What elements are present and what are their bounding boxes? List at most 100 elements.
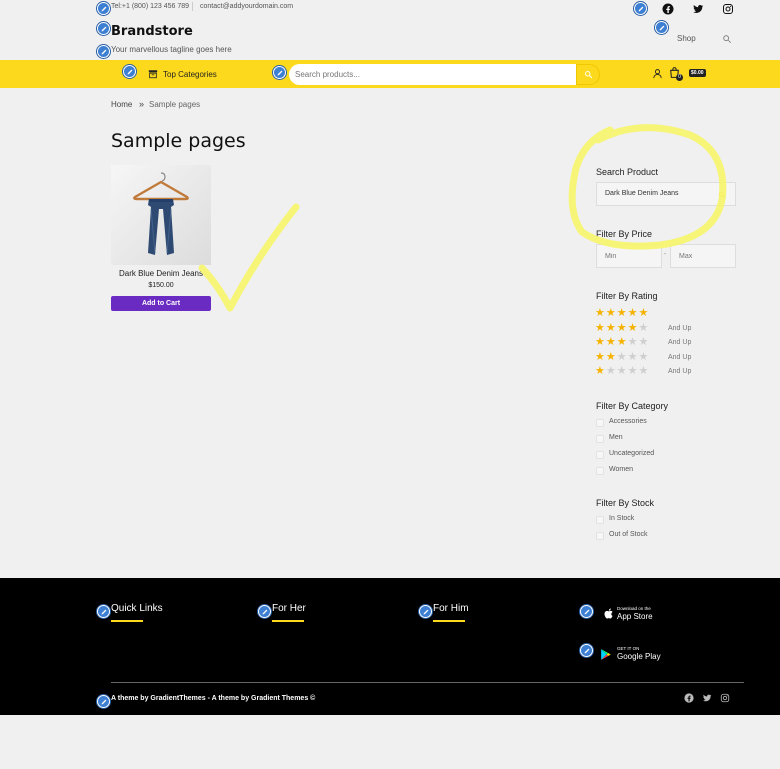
filter-price-heading: Filter By Price <box>596 229 653 239</box>
product-search-button[interactable] <box>576 64 600 85</box>
footer-for-him-heading: For Him <box>433 603 469 614</box>
stock-filter-label[interactable]: Out of Stock <box>609 531 648 538</box>
edit-pencil-icon[interactable] <box>273 66 286 79</box>
category-filter-label[interactable]: Women <box>609 466 633 473</box>
edit-pencil-icon[interactable] <box>580 644 593 657</box>
star-icon: ★ <box>638 336 650 349</box>
product-name[interactable]: Dark Blue Denim Jeans <box>111 269 211 278</box>
sidebar-search-value[interactable]: Dark Blue Denim Jeans <box>605 190 679 197</box>
edit-pencil-icon[interactable] <box>419 605 432 618</box>
star-icon: ★ <box>595 350 606 363</box>
add-to-cart-button[interactable]: Add to Cart <box>111 296 211 311</box>
star-icon: ★ <box>627 307 639 319</box>
edit-pencil-icon[interactable] <box>97 22 110 35</box>
rating-and-up-label: And Up <box>668 324 692 332</box>
star-icon: ★ <box>605 321 617 334</box>
category-filter-checkbox[interactable] <box>596 451 604 459</box>
footer-for-her-heading: For Her <box>272 603 306 614</box>
star-icon: ★ <box>605 307 617 319</box>
filter-stock-heading: Filter By Stock <box>596 498 655 508</box>
checkmark-annotation <box>198 203 300 312</box>
edit-pencil-icon[interactable] <box>97 605 110 618</box>
phone-text: Tel:+1 (800) 123 456 789 <box>111 3 190 10</box>
cart-total-badge[interactable]: $0.00 <box>689 69 706 77</box>
category-filter-label[interactable]: Uncategorized <box>609 450 654 457</box>
edit-pencil-icon[interactable] <box>97 2 110 15</box>
app-store-small-text: Download on the <box>617 606 651 611</box>
footer-heading-underline <box>433 620 465 622</box>
cart-count-badge: 0 <box>676 74 683 81</box>
edit-pencil-icon[interactable] <box>97 695 110 708</box>
star-icon: ★ <box>616 336 628 349</box>
twitter-icon[interactable] <box>692 3 704 15</box>
category-filter-label[interactable]: Men <box>609 434 623 441</box>
rating-and-up-label: And Up <box>668 368 692 376</box>
price-min-input[interactable] <box>596 244 662 268</box>
edit-pencil-icon[interactable] <box>258 605 271 618</box>
user-account-icon[interactable] <box>652 68 663 79</box>
google-play-icon <box>601 649 611 660</box>
sidebar-search-box: Dark Blue Denim Jeans <box>596 182 736 206</box>
rating-filter-2-stars[interactable]: ★★★★★ <box>595 350 649 363</box>
edit-pencil-icon[interactable] <box>634 2 647 15</box>
edit-pencil-icon[interactable] <box>97 45 110 58</box>
search-icon[interactable] <box>722 34 732 44</box>
star-icon: ★ <box>638 321 650 334</box>
edit-pencil-icon[interactable] <box>655 21 668 34</box>
hanging-jeans-image <box>133 172 189 255</box>
rating-filter-5-stars[interactable]: ★★★★★ <box>595 308 649 319</box>
star-icon: ★ <box>616 321 628 334</box>
facebook-icon[interactable] <box>662 3 674 15</box>
edit-pencil-icon[interactable] <box>580 605 593 618</box>
google-play-small-text: GET IT ON <box>617 646 640 651</box>
product-search-box <box>289 64 578 85</box>
app-store-big-text: App Store <box>617 612 653 621</box>
site-tagline: Your marvellous tagline goes here <box>111 45 232 54</box>
category-filter-checkbox[interactable] <box>596 419 604 427</box>
categories-icon <box>148 70 158 79</box>
star-icon: ★ <box>595 365 606 378</box>
google-play-big-text: Google Play <box>617 652 661 661</box>
breadcrumb-home[interactable]: Home <box>111 100 132 109</box>
rating-and-up-label: And Up <box>668 339 692 347</box>
star-icon: ★ <box>627 350 639 363</box>
filter-category-heading: Filter By Category <box>596 401 669 411</box>
edit-pencil-icon[interactable] <box>123 65 136 78</box>
nav-shop-link[interactable]: Shop <box>677 34 696 43</box>
breadcrumb-separator: » <box>139 99 145 109</box>
footer-quick-links-heading: Quick Links <box>111 603 163 614</box>
google-play-badge[interactable]: GET IT ON Google Play <box>598 645 668 665</box>
stock-filter-checkbox[interactable] <box>596 532 604 540</box>
rating-filter-1-stars[interactable]: ★★★★★ <box>595 366 649 377</box>
star-icon: ★ <box>605 365 617 378</box>
twitter-icon[interactable] <box>702 693 712 703</box>
footer-heading-underline <box>111 620 143 622</box>
stock-filter-label[interactable]: In Stock <box>609 515 634 522</box>
star-icon: ★ <box>595 336 606 349</box>
category-filter-checkbox[interactable] <box>596 435 604 443</box>
product-search-input[interactable] <box>289 64 578 85</box>
star-icon: ★ <box>616 365 628 378</box>
category-filter-checkbox[interactable] <box>596 467 604 475</box>
search-icon[interactable] <box>718 191 726 199</box>
top-categories-button[interactable]: Top Categories <box>163 70 217 79</box>
category-filter-label[interactable]: Accessories <box>609 418 647 425</box>
app-store-badge[interactable]: Download on the App Store <box>600 604 670 624</box>
star-icon: ★ <box>616 350 628 363</box>
product-image[interactable] <box>111 165 211 265</box>
instagram-icon[interactable] <box>720 693 730 703</box>
star-icon: ★ <box>627 365 639 378</box>
price-max-input[interactable] <box>670 244 736 268</box>
star-icon: ★ <box>638 307 650 319</box>
stock-filter-checkbox[interactable] <box>596 516 604 524</box>
instagram-icon[interactable] <box>722 3 734 15</box>
star-icon: ★ <box>638 365 650 378</box>
rating-filter-4-stars[interactable]: ★★★★★ <box>595 321 650 334</box>
rating-filter-3-stars[interactable]: ★★★★★ <box>595 337 649 348</box>
star-icon: ★ <box>627 336 639 349</box>
brand-logo-text[interactable]: Brandstore <box>111 24 193 39</box>
filter-rating-heading: Filter By Rating <box>596 291 658 301</box>
star-icon: ★ <box>595 307 606 319</box>
star-icon: ★ <box>595 321 606 334</box>
facebook-icon[interactable] <box>684 693 694 703</box>
